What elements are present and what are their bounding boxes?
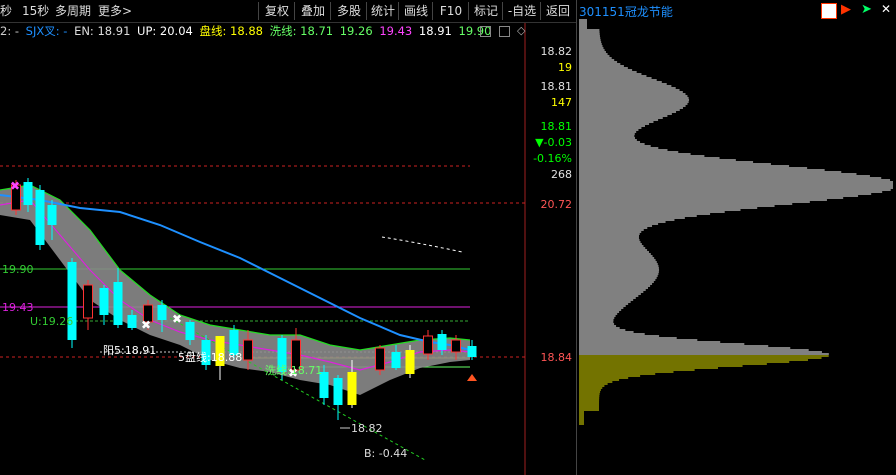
axis-label: 18.82 [540, 45, 573, 58]
period-15sec[interactable]: 15秒 [22, 3, 49, 19]
mark-button[interactable]: 标记 [468, 2, 503, 20]
chart-toolbar: 秒 15秒 多周期 更多> 复权 叠加 多股 统计 画线 F10 标记 -自选 … [0, 0, 576, 23]
indicator-en: EN: 18.91 [74, 24, 131, 38]
chip-histogram [579, 19, 893, 425]
axis-label: 147 [551, 96, 572, 109]
period-sec[interactable]: 秒 [0, 3, 12, 19]
chip-distribution-panel: 301151冠龙节能 ▶ ➤ ✕ [576, 0, 896, 475]
candle-body[interactable] [405, 350, 415, 374]
axis-label: -0.16% [533, 152, 572, 165]
candle-body[interactable] [243, 339, 253, 361]
period-multi[interactable]: 多周期 [55, 3, 91, 19]
candle-body[interactable] [35, 190, 45, 245]
level-label-pan: 5盘线:18.88 [178, 350, 242, 364]
indicator-name[interactable]: SJX叉: - [26, 24, 68, 38]
axis-label: 18.81 [540, 120, 573, 133]
candle-body[interactable] [185, 322, 195, 340]
marker-x: ✖ [141, 318, 151, 332]
candle-body[interactable] [333, 378, 343, 405]
arrow-up-icon [467, 374, 477, 381]
period-more[interactable]: 更多> [98, 3, 132, 19]
indicator-close-icon[interactable] [498, 25, 510, 37]
stats-button[interactable]: 统计 [366, 2, 399, 20]
low-label: 18.82 [351, 422, 383, 435]
axis-label: 268 [551, 168, 572, 181]
remove-watchlist-button[interactable]: -自选 [502, 2, 541, 20]
indicator-menu-icon[interactable] [480, 25, 491, 37]
axis-label: 19 [558, 61, 572, 74]
candle-body[interactable] [113, 282, 123, 325]
level-label-xi: 洗线:18.71 [265, 363, 322, 377]
candle-body[interactable] [467, 346, 477, 357]
overlay-button[interactable]: 叠加 [294, 2, 331, 20]
candle-body[interactable] [23, 182, 33, 205]
indicator-pan: 盘线: 18.88 [199, 24, 263, 38]
candle-body[interactable] [157, 305, 167, 320]
level-label-1990: 19.90 [2, 263, 34, 276]
marker-x: ✖ [172, 312, 182, 326]
level-label-1943: 19.43 [2, 301, 34, 314]
level-label-u: U:19.26 [30, 315, 73, 328]
candle-body[interactable] [375, 347, 385, 371]
candle-body[interactable] [67, 262, 77, 340]
axis-label: 18.84 [540, 351, 573, 364]
indicator-v2: 19.43 [379, 24, 413, 38]
axis-label: 18.81 [540, 80, 573, 93]
b-value-label: B: -0.44 [364, 447, 407, 460]
indicator-line: 2: - SJX叉: - EN: 18.91 UP: 20.04 盘线: 18.… [0, 24, 494, 38]
indicator-controls: ◇ [480, 24, 525, 38]
candle-body[interactable] [47, 205, 57, 225]
candlestick-chart[interactable]: ✖ ✖ ✖ ✖ 19.90 19.43 U:19.26 阳5:18.91 5盘线… [0, 0, 576, 475]
level-label-yang: 阳5:18.91 [103, 344, 156, 357]
candle-body[interactable] [347, 372, 357, 405]
candle-body[interactable] [127, 315, 137, 328]
candle-body[interactable] [99, 288, 109, 315]
candle-body[interactable] [391, 352, 401, 368]
marker-x: ✖ [10, 179, 20, 193]
indicator-v3: 18.91 [418, 24, 452, 38]
axis-label: 20.72 [540, 198, 573, 211]
indicator-prefix: 2: - [0, 24, 19, 38]
axis-label: ▼-0.03 [535, 136, 572, 149]
fuquan-button[interactable]: 复权 [258, 2, 295, 20]
indicator-up: UP: 20.04 [137, 24, 193, 38]
indicator-diamond-icon[interactable]: ◇ [517, 24, 525, 37]
price-axis: 18.82 19 18.81 147 18.81 ▼-0.03 -0.16% 2… [525, 38, 576, 475]
f10-button[interactable]: F10 [432, 2, 469, 20]
back-button[interactable]: 返回 [540, 2, 575, 20]
indicator-xi: 洗线: 18.71 [269, 24, 334, 38]
indicator-v1: 19.26 [339, 24, 373, 38]
multi-stock-button[interactable]: 多股 [330, 2, 367, 20]
candle-body[interactable] [451, 339, 461, 353]
trend-curve [381, 236, 463, 253]
candles [11, 178, 477, 420]
draw-line-button[interactable]: 画线 [398, 2, 433, 20]
candle-body[interactable] [437, 334, 447, 350]
candle-body[interactable] [423, 335, 433, 355]
candle-body[interactable] [83, 284, 93, 319]
